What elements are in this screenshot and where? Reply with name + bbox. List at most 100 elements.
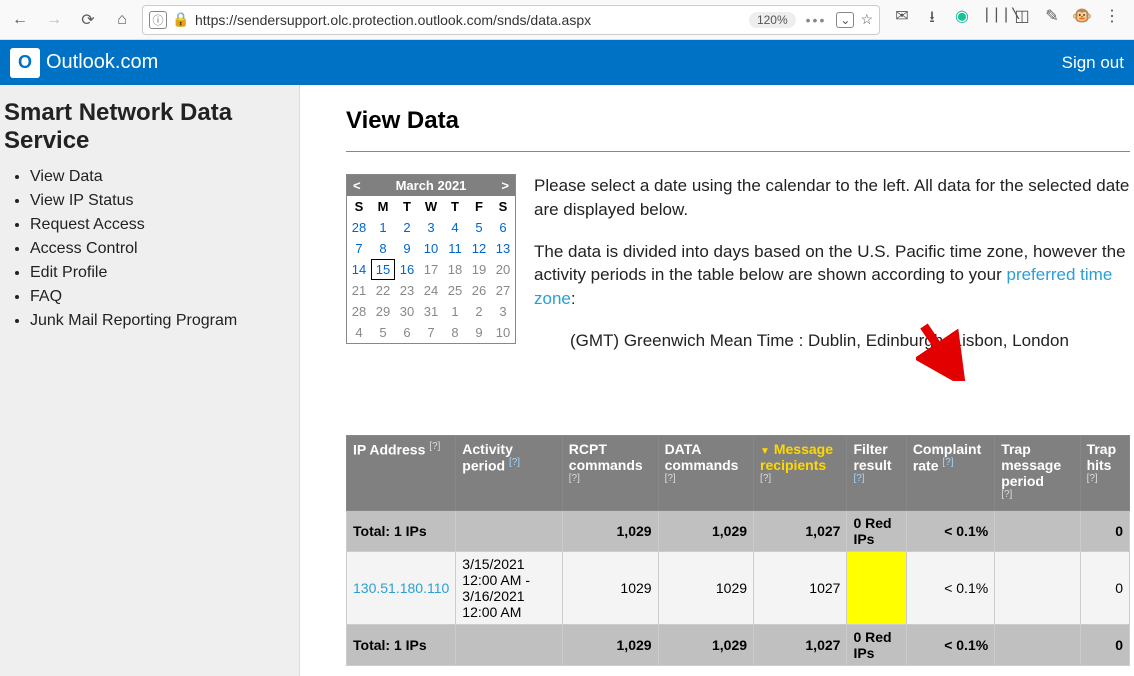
toolbar-right: ✉ ⭳ ◉ |||\ ◫ ✎ 🐵 ⋮ [886,6,1128,33]
cal-dow-header: F [467,196,491,217]
bookmark-star-icon[interactable]: ☆ [860,11,873,28]
cal-day[interactable]: 2 [395,217,419,238]
library-icon[interactable]: |||\ [982,6,1002,33]
cell-complaint: < 0.1% [906,552,994,625]
download-icon[interactable]: ⭳ [922,6,942,33]
cal-day[interactable]: 15 [371,259,395,280]
back-button[interactable]: ← [6,6,34,34]
th-message-recipients[interactable]: ▼ Message recipients [?] [754,435,847,511]
cal-day: 8 [443,322,467,343]
sidebar-item[interactable]: Access Control [30,237,289,261]
lock-icon: 🔒 [173,12,189,28]
cal-month-label: March 2021 [396,178,467,193]
cal-day: 24 [419,280,443,301]
cal-next-button[interactable]: > [501,178,509,193]
sidebar-item[interactable]: Junk Mail Reporting Program [30,309,289,333]
cal-day[interactable]: 6 [491,217,515,238]
reload-button[interactable]: ⟳ [74,6,102,34]
cal-day[interactable]: 14 [347,259,371,280]
cal-day: 4 [347,322,371,343]
cal-dow-header: W [419,196,443,217]
sign-out-link[interactable]: Sign out [1062,53,1124,73]
cal-grid: SMTWTFS281234567891011121314151617181920… [347,196,515,343]
cal-day: 25 [443,280,467,301]
cal-day: 7 [419,322,443,343]
cal-prev-button[interactable]: < [353,178,361,193]
table-total-row-top: Total: 1 IPs 1,029 1,029 1,027 0 Red IPs… [347,511,1130,552]
cal-day: 27 [491,280,515,301]
cal-day[interactable]: 28 [347,217,371,238]
cal-day[interactable]: 7 [347,238,371,259]
sidebar-title: Smart Network Data Service [4,99,289,155]
th-rcpt[interactable]: RCPT commands [?] [562,435,658,511]
cal-day: 23 [395,280,419,301]
cal-dow-header: S [347,196,371,217]
outlook-header: O Outlook.com Sign out [0,40,1134,85]
home-button[interactable]: ⌂ [108,6,136,34]
cal-day[interactable]: 9 [395,238,419,259]
cell-activity: 3/15/2021 12:00 AM - 3/16/2021 12:00 AM [456,552,563,625]
cal-day[interactable]: 13 [491,238,515,259]
title-divider [346,151,1130,152]
desc-line1: Please select a date using the calendar … [534,174,1130,222]
menu-icon[interactable]: ⋮ [1102,6,1122,33]
cal-day[interactable]: 4 [443,217,467,238]
cal-dow-header: T [443,196,467,217]
cal-day: 19 [467,259,491,280]
cal-day[interactable]: 1 [371,217,395,238]
date-calendar: < March 2021 > SMTWTFS281234567891011121… [346,174,516,344]
page-actions-icon[interactable]: ••• [802,12,831,28]
cal-day[interactable]: 5 [467,217,491,238]
url-bar[interactable]: ⓘ 🔒 https://sendersupport.olc.protection… [142,5,880,35]
sidebar: Smart Network Data Service View DataView… [0,85,300,676]
cal-day: 10 [491,322,515,343]
table-total-row-bottom: Total: 1 IPs 1,029 1,029 1,027 0 Red IPs… [347,625,1130,666]
cal-dow-header: M [371,196,395,217]
desc-line2: The data is divided into days based on t… [534,240,1130,311]
description: Please select a date using the calendar … [534,174,1130,371]
eyedropper-icon[interactable]: ✎ [1042,6,1062,33]
th-complaint[interactable]: Complaint rate [?] [906,435,994,511]
cal-day[interactable]: 16 [395,259,419,280]
sidebar-item[interactable]: Edit Profile [30,261,289,285]
cal-day[interactable]: 11 [443,238,467,259]
cal-day[interactable]: 12 [467,238,491,259]
cell-rcpt: 1029 [562,552,658,625]
table-data-row: 130.51.180.110 3/15/2021 12:00 AM - 3/16… [347,552,1130,625]
outlook-brand-text: Outlook.com [46,51,158,74]
sidebar-item[interactable]: View Data [30,165,289,189]
cal-day: 20 [491,259,515,280]
th-filter[interactable]: Filter result [?] [847,435,906,511]
sidebar-item[interactable]: Request Access [30,213,289,237]
th-trap-hits[interactable]: Trap hits [?] [1080,435,1129,511]
th-ip[interactable]: IP Address [?] [347,435,456,511]
forward-button[interactable]: → [40,6,68,34]
cal-day: 22 [371,280,395,301]
cal-day: 9 [467,322,491,343]
th-data[interactable]: DATA commands [?] [658,435,753,511]
grammarly-icon[interactable]: ◉ [952,6,972,33]
browser-toolbar: ← → ⟳ ⌂ ⓘ 🔒 https://sendersupport.olc.pr… [0,0,1134,40]
cal-day: 29 [371,301,395,322]
sidebar-item[interactable]: View IP Status [30,189,289,213]
page-title: View Data [346,107,1130,135]
pocket-icon[interactable]: ⌄ [836,12,854,28]
th-activity[interactable]: Activity period [?] [456,435,563,511]
cal-day: 26 [467,280,491,301]
ip-link[interactable]: 130.51.180.110 [353,580,449,596]
outlook-o-icon: O [10,48,40,78]
sidebar-icon[interactable]: ◫ [1012,6,1032,33]
cal-day[interactable]: 8 [371,238,395,259]
cal-day[interactable]: 3 [419,217,443,238]
site-info-icon[interactable]: ⓘ [149,11,167,29]
extension-icon[interactable]: 🐵 [1072,6,1092,33]
zoom-badge[interactable]: 120% [749,12,796,28]
cell-filter-highlighted [847,552,906,625]
outlook-logo[interactable]: O Outlook.com [10,48,158,78]
th-trap-period[interactable]: Trap message period[?] [995,435,1080,511]
mail-icon[interactable]: ✉ [892,6,912,33]
cal-day[interactable]: 10 [419,238,443,259]
sidebar-nav: View DataView IP StatusRequest AccessAcc… [4,165,289,333]
url-text: https://sendersupport.olc.protection.out… [195,12,743,28]
sidebar-item[interactable]: FAQ [30,285,289,309]
